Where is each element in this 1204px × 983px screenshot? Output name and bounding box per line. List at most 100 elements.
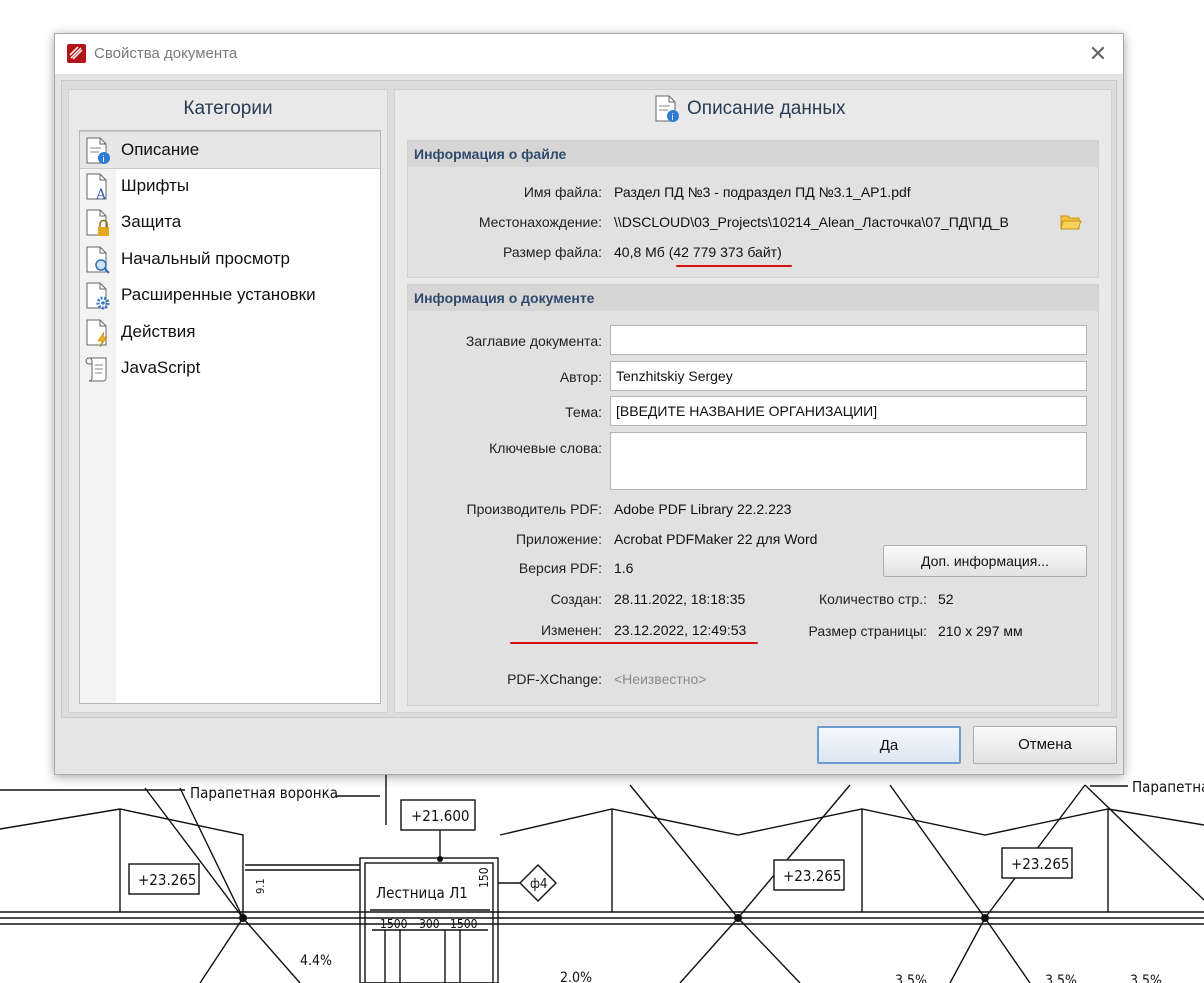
category-label: Начальный просмотр <box>121 249 290 268</box>
pdf-version-label: Версия PDF: <box>518 560 602 576</box>
category-item-fonts[interactable]: A Шрифты <box>80 168 380 204</box>
author-label: Автор: <box>559 369 602 385</box>
page-count-value: 52 <box>938 591 954 607</box>
drawing-dim-1: 1500 <box>380 917 408 931</box>
drawing-slope-2: 2.0% <box>560 970 592 983</box>
drawing-slope-5: 3.5% <box>1130 973 1162 983</box>
description-title: Описание данных <box>687 98 846 119</box>
filename-value: Раздел ПД №3 - подраздел ПД №3.1_АР1.pdf <box>614 184 911 200</box>
category-item-security[interactable]: Защита <box>80 204 380 240</box>
filesize-value: 40,8 Мб (42 779 373 байт) <box>614 244 782 260</box>
drawing-level-2: +23.265 <box>783 867 842 885</box>
application-value: Acrobat PDFMaker 22 для Word <box>614 531 818 547</box>
drawing-label-right: Парапетна <box>1132 778 1204 796</box>
category-label: JavaScript <box>121 358 201 377</box>
subject-label: Тема: <box>565 404 602 420</box>
drawing-dim-left: 9.1 <box>254 878 267 894</box>
category-item-description[interactable]: i Описание <box>80 131 380 169</box>
application-label: Приложение: <box>515 531 602 547</box>
pdfxchange-label: PDF-XChange: <box>507 671 602 687</box>
file-info-group: Информация о файле Имя файла: Раздел ПД … <box>407 140 1099 278</box>
filesize-bytes: 42 779 373 байт <box>673 244 778 260</box>
categories-list: i Описание A Шрифты Защита Начальный про… <box>79 130 381 704</box>
page-size-label: Размер страницы: <box>808 623 927 639</box>
doc-info-icon: i <box>655 95 679 123</box>
drawing-level-3: +23.265 <box>1011 855 1070 873</box>
document-properties-dialog: Свойства документа ✕ Категории i Описани… <box>54 33 1124 775</box>
keywords-field[interactable] <box>610 432 1087 490</box>
red-underline-filesize <box>676 265 792 267</box>
categories-header: Категории <box>183 98 273 119</box>
category-label: Расширенные установки <box>121 285 316 304</box>
drawing-level-center: +21.600 <box>411 807 470 825</box>
more-info-button[interactable]: Доп. информация... <box>883 545 1087 577</box>
page-count-label: Количество стр.: <box>818 591 927 607</box>
categories-panel: Категории i Описание A Шрифты Защита Нач… <box>68 89 388 713</box>
document-info-group: Информация о документе Заглавие документ… <box>407 284 1099 706</box>
category-item-javascript[interactable]: JavaScript <box>80 350 380 386</box>
category-label: Действия <box>121 322 196 341</box>
location-value: \\DSCLOUD\03_Projects\10214_Alean_Ласточ… <box>614 214 1009 230</box>
svg-text:i: i <box>671 113 674 123</box>
pdf-version-value: 1.6 <box>614 560 634 576</box>
drawing-dim-3: 1500 <box>450 917 478 931</box>
close-button[interactable]: ✕ <box>1083 40 1113 68</box>
filesize-mb: 40,8 Мб ( <box>614 244 674 260</box>
filesize-label: Размер файла: <box>503 244 602 260</box>
scroll-icon <box>85 357 107 382</box>
created-value: 28.11.2022, 18:18:35 <box>614 591 746 607</box>
open-folder-icon[interactable] <box>1060 213 1082 231</box>
ok-button[interactable]: Да <box>817 726 961 764</box>
red-underline-modified <box>510 642 758 644</box>
svg-text:A: A <box>95 187 107 202</box>
cancel-button[interactable]: Отмена <box>973 726 1117 764</box>
location-label: Местонахождение: <box>478 214 602 230</box>
producer-value: Adobe PDF Library 22.2.223 <box>614 501 792 517</box>
doc-font-icon: A <box>86 173 107 202</box>
drawing-slope-1: 4.4% <box>300 953 332 969</box>
category-item-initial-view[interactable]: Начальный просмотр <box>80 241 380 277</box>
doc-title-field[interactable] <box>610 325 1087 355</box>
created-label: Создан: <box>550 591 602 607</box>
drawing-axis-label: ф4 <box>530 877 547 892</box>
title-bar[interactable]: Свойства документа ✕ <box>55 34 1123 74</box>
author-field[interactable]: Tenzhitskiy Sergey <box>610 361 1087 391</box>
close-icon: ✕ <box>1088 41 1108 66</box>
category-item-advanced[interactable]: Расширенные установки <box>80 277 380 313</box>
doc-gear-icon <box>86 282 110 310</box>
page-size-value: 210 x 297 мм <box>938 623 1023 639</box>
category-label: Описание <box>121 140 200 159</box>
category-label: Шрифты <box>121 176 190 195</box>
doc-lock-icon <box>86 209 109 236</box>
filename-label: Имя файла: <box>523 184 602 200</box>
drawing-level-1: +23.265 <box>138 871 197 889</box>
dialog-body: Категории i Описание A Шрифты Защита Нач… <box>61 80 1117 718</box>
svg-text:i: i <box>102 155 105 165</box>
pdfxchange-value: <Неизвестно> <box>614 671 707 687</box>
pdf-xchange-app-icon <box>67 44 86 63</box>
description-header: i Описание данных <box>395 90 1111 128</box>
doc-lightning-icon <box>86 319 108 348</box>
modified-label: Изменен: <box>540 622 602 638</box>
drawing-slope-3: 3.5% <box>895 973 927 983</box>
file-info-title: Информация о файле <box>408 141 1098 167</box>
drawing-dim-2: 300 <box>419 917 440 931</box>
description-panel: i Описание данных Информация о файле Имя… <box>394 89 1112 713</box>
dialog-title: Свойства документа <box>94 45 238 62</box>
document-info-title: Информация о документе <box>408 285 1098 311</box>
doc-info-icon: i <box>86 137 110 165</box>
drawing-stair-label: Лестница Л1 <box>376 884 468 902</box>
modified-value: 23.12.2022, 12:49:53 <box>614 622 747 638</box>
drawing-label-left: Парапетная воронка <box>190 784 338 802</box>
drawing-dim-side: 150 <box>477 867 491 888</box>
doc-zoom-icon <box>86 246 110 274</box>
category-item-actions[interactable]: Действия <box>80 314 380 350</box>
cad-drawing-background: Парапетная воронка Парапетна +21.600 +23… <box>0 775 1204 983</box>
subject-field[interactable]: [ВВЕДИТЕ НАЗВАНИЕ ОРГАНИЗАЦИИ] <box>610 396 1087 426</box>
producer-label: Производитель PDF: <box>466 501 602 517</box>
category-label: Защита <box>121 212 182 231</box>
filesize-tail: ) <box>777 244 782 260</box>
drawing-slope-4: 3.5% <box>1045 973 1077 983</box>
keywords-label: Ключевые слова: <box>489 440 602 456</box>
doc-title-label: Заглавие документа: <box>465 333 602 349</box>
